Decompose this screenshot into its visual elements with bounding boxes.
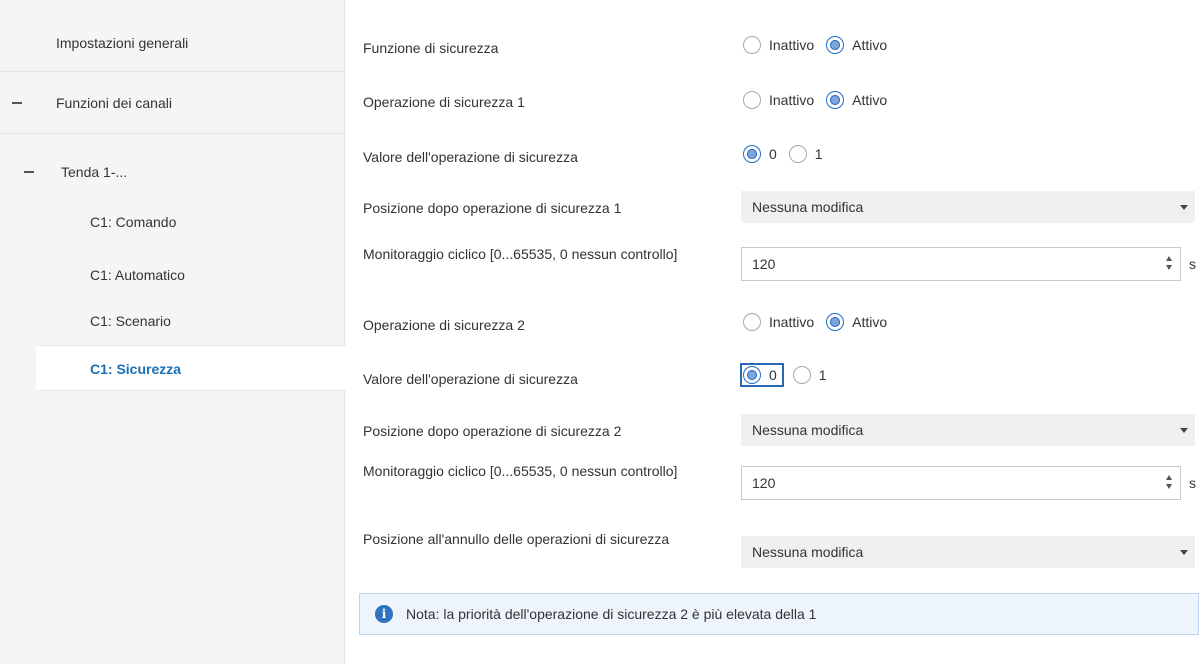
row-valore-2: Valore dell'operazione di sicurezza 0 1 [345, 363, 1199, 388]
row-operazione-2: Operazione di sicurezza 2 Inattivo Attiv… [345, 313, 1199, 333]
arrow-down-icon[interactable] [1166, 265, 1172, 270]
arrow-up-icon[interactable] [1166, 475, 1172, 480]
collapse-icon[interactable] [12, 101, 22, 104]
monitoraggio-2-input[interactable]: 120 [741, 466, 1181, 500]
field-label: Posizione all'annullo delle operazioni d… [363, 531, 670, 547]
sidebar-item-sicurezza[interactable]: C1: Sicurezza [36, 345, 345, 391]
radio-group-valore-1: 0 1 [743, 145, 835, 163]
info-icon: i [375, 605, 393, 623]
radio-label: 1 [814, 146, 823, 162]
focused-radio-value-0[interactable]: 0 [740, 363, 784, 387]
field-label: Monitoraggio ciclico [0...65535, 0 nessu… [363, 463, 678, 479]
radio-label: Inattivo [769, 314, 815, 330]
radio-attivo[interactable] [826, 91, 845, 109]
sidebar-item-comando[interactable]: C1: Comando [0, 200, 345, 244]
unit-label: s [1189, 475, 1196, 491]
info-note: i Nota: la priorità dell'operazione di s… [359, 593, 1199, 635]
sidebar-item-label: C1: Sicurezza [90, 361, 182, 377]
radio-label: Inattivo [769, 92, 815, 108]
arrow-down-icon[interactable] [1166, 484, 1172, 489]
radio-inattivo[interactable] [743, 313, 761, 331]
chevron-down-icon [1180, 205, 1188, 210]
radio-label: 1 [818, 367, 827, 383]
sidebar-item-label: C1: Scenario [90, 313, 171, 329]
sidebar-item-label: Impostazioni generali [56, 35, 189, 51]
input-value: 120 [752, 256, 776, 272]
row-monitoraggio-2: Monitoraggio ciclico [0...65535, 0 nessu… [345, 460, 1199, 500]
chevron-down-icon [1180, 550, 1188, 555]
field-label: Posizione dopo operazione di sicurezza 2 [363, 423, 622, 439]
sidebar-item-channel-functions[interactable]: Funzioni dei canali [0, 72, 345, 134]
radio-label: Attivo [852, 314, 888, 330]
field-label: Valore dell'operazione di sicurezza [363, 371, 578, 387]
row-annullo: Posizione all'annullo delle operazioni d… [345, 528, 1199, 568]
radio-group-operazione-2: Inattivo Attivo [743, 313, 899, 331]
row-operazione-1: Operazione di sicurezza 1 Inattivo Attiv… [345, 91, 1199, 111]
field-label: Valore dell'operazione di sicurezza [363, 149, 578, 165]
chevron-down-icon [1180, 428, 1188, 433]
arrow-up-icon[interactable] [1166, 256, 1172, 261]
sidebar-item-label: C1: Automatico [90, 267, 185, 283]
field-label: Monitoraggio ciclico [0...65535, 0 nessu… [363, 246, 678, 262]
sidebar-item-general[interactable]: Impostazioni generali [0, 14, 345, 72]
radio-group-funzione-sicurezza: Inattivo Attivo [743, 36, 899, 54]
radio-label: Attivo [852, 37, 888, 53]
sidebar-item-label: Funzioni dei canali [56, 95, 172, 111]
note-text: Nota: la priorità dell'operazione di sic… [406, 606, 817, 622]
radio-label: Attivo [852, 92, 888, 108]
field-label: Operazione di sicurezza 2 [363, 317, 525, 333]
field-label: Posizione dopo operazione di sicurezza 1 [363, 200, 622, 216]
annullo-select[interactable]: Nessuna modifica [741, 536, 1195, 568]
sidebar-item-automatico[interactable]: C1: Automatico [0, 253, 345, 297]
radio-value-1[interactable] [792, 366, 811, 384]
radio-attivo[interactable] [826, 36, 845, 54]
main-panel: Funzione di sicurezza Inattivo Attivo Op… [345, 0, 1199, 664]
monitoraggio-1-input[interactable]: 120 [741, 247, 1181, 281]
select-value: Nessuna modifica [752, 544, 864, 560]
radio-group-valore-2: 0 1 [740, 363, 839, 387]
posizione-1-select[interactable]: Nessuna modifica [741, 191, 1195, 223]
row-funzione-sicurezza: Funzione di sicurezza Inattivo Attivo [345, 36, 1199, 56]
radio-inattivo[interactable] [743, 36, 761, 54]
field-label: Operazione di sicurezza 1 [363, 94, 525, 110]
spinner-icon[interactable] [1166, 475, 1174, 491]
radio-value-0[interactable] [743, 366, 761, 384]
posizione-2-select[interactable]: Nessuna modifica [741, 414, 1195, 446]
select-value: Nessuna modifica [752, 422, 864, 438]
unit-label: s [1189, 256, 1196, 272]
sidebar-item-label: C1: Comando [90, 214, 177, 230]
sidebar-item-scenario[interactable]: C1: Scenario [0, 299, 345, 343]
radio-value-1[interactable] [788, 145, 807, 163]
row-posizione-1: Posizione dopo operazione di sicurezza 1… [345, 191, 1199, 223]
sidebar-item-tenda[interactable]: Tenda 1-... [0, 150, 345, 194]
field-label: Funzione di sicurezza [363, 40, 499, 56]
radio-label: 0 [769, 367, 777, 383]
spinner-icon[interactable] [1166, 256, 1174, 272]
input-value: 120 [752, 475, 776, 491]
row-posizione-2: Posizione dopo operazione di sicurezza 2… [345, 414, 1199, 446]
row-valore-1: Valore dell'operazione di sicurezza 0 1 [345, 145, 1199, 165]
radio-label: 0 [769, 146, 777, 162]
sidebar-item-label: Tenda 1-... [61, 164, 128, 180]
row-monitoraggio-1: Monitoraggio ciclico [0...65535, 0 nessu… [345, 243, 1199, 283]
sidebar: Impostazioni generali Funzioni dei canal… [0, 0, 345, 664]
radio-group-operazione-1: Inattivo Attivo [743, 91, 899, 109]
radio-label: Inattivo [769, 37, 815, 53]
radio-attivo[interactable] [826, 313, 845, 331]
radio-inattivo[interactable] [743, 91, 761, 109]
collapse-icon[interactable] [24, 171, 34, 173]
radio-value-0[interactable] [743, 145, 761, 163]
select-value: Nessuna modifica [752, 199, 864, 215]
